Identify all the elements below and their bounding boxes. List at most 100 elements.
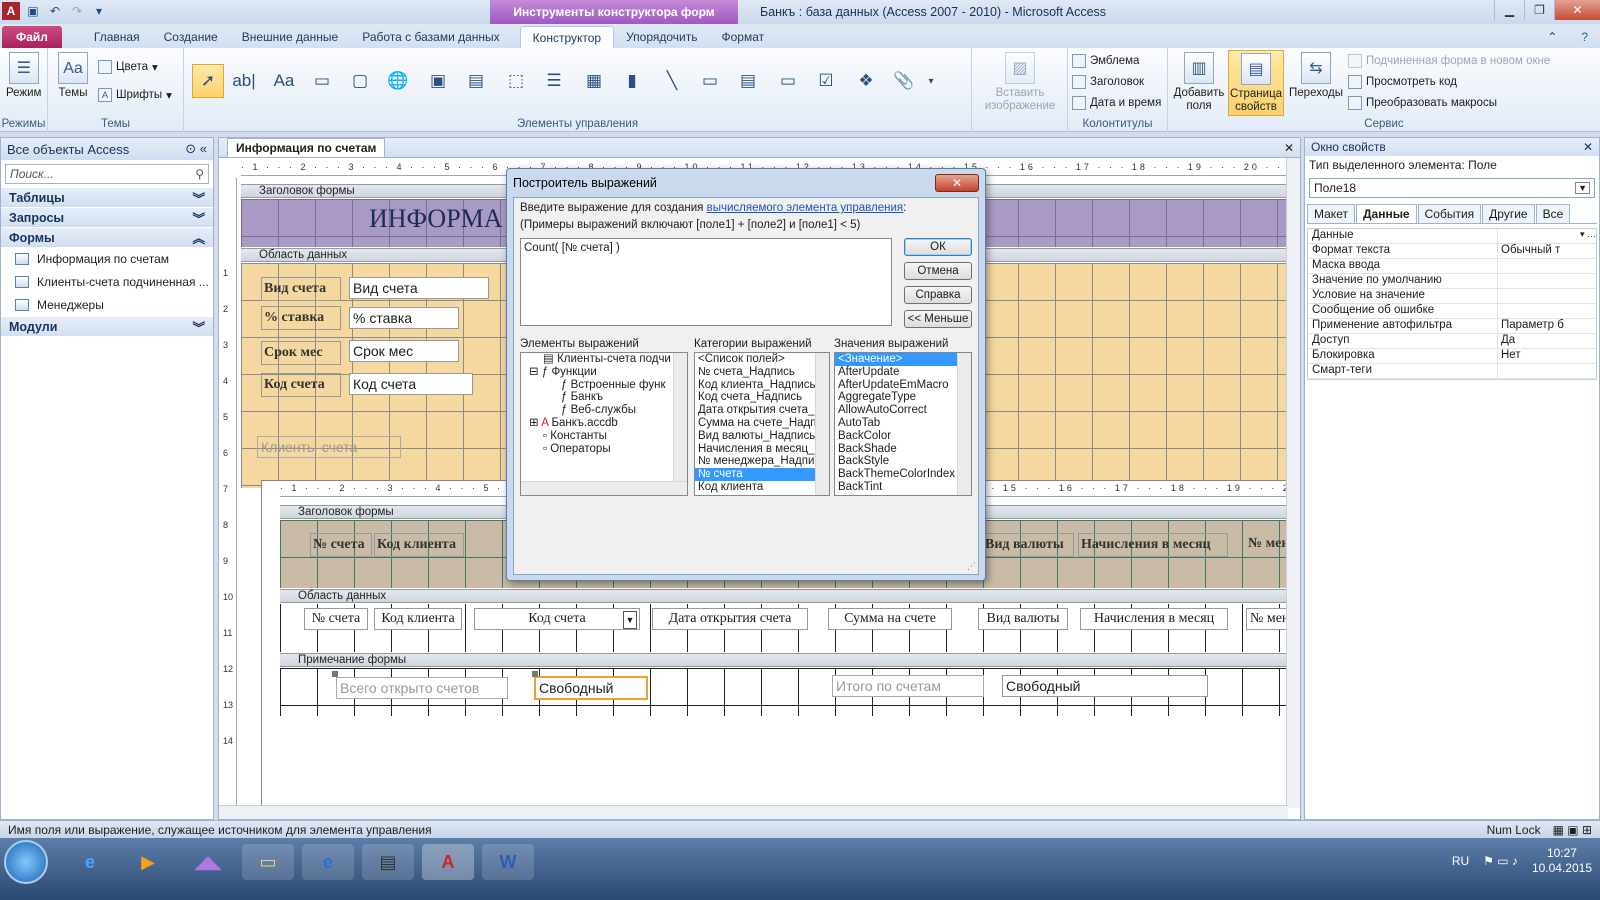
themes-button[interactable]: Aa Темы — [58, 52, 88, 100]
tab-home[interactable]: Главная — [82, 26, 152, 48]
selection-handle[interactable] — [532, 671, 538, 677]
sub-field-open-date[interactable]: Дата открытия счета — [652, 608, 808, 630]
sub-field-currency[interactable]: Вид валюты — [978, 608, 1068, 630]
subform-new-window-button[interactable]: Подчиненная форма в новом окне — [1348, 54, 1550, 68]
resize-grip-icon[interactable]: ⋰ — [967, 561, 976, 572]
textbox-control-icon[interactable]: ab| — [228, 64, 260, 98]
property-row[interactable]: Условие на значение — [1308, 289, 1596, 304]
tab-file[interactable]: Файл — [2, 26, 62, 48]
page-break-icon[interactable]: ☰ — [538, 64, 570, 98]
property-sheet-button[interactable]: ▤ Страница свойств — [1228, 50, 1284, 116]
tab-events[interactable]: События — [1417, 204, 1482, 223]
tree-node[interactable]: ƒ Банкъ — [521, 391, 687, 404]
line-control-icon[interactable]: ╲ — [656, 64, 688, 98]
tree-node[interactable]: ▤ Клиенты-счета подчи — [521, 353, 687, 366]
tab-other[interactable]: Другие — [1482, 204, 1535, 223]
close-icon[interactable]: ✕ — [935, 174, 979, 192]
tree-vscroll[interactable] — [673, 353, 687, 481]
list-item[interactable]: AfterUpdateEmMacro — [835, 379, 971, 392]
nav-search-input[interactable]: Поиск... ⚲ — [5, 164, 209, 184]
checkbox-control-icon[interactable]: ☑ — [810, 64, 842, 98]
search-icon[interactable]: ⚲ — [195, 167, 204, 181]
subform-section-footer[interactable]: Примечание формы — [280, 653, 1300, 667]
categories-scrollbar[interactable] — [815, 353, 829, 495]
footer-label-total[interactable]: Итого по счетам — [832, 675, 984, 697]
save-icon[interactable]: ▣ — [24, 2, 42, 20]
ie-window-icon[interactable]: e — [302, 844, 354, 880]
tab-create[interactable]: Создание — [152, 26, 230, 48]
tab-control-icon[interactable]: ▢ — [344, 64, 376, 98]
list-item[interactable]: BackStyle — [835, 455, 971, 468]
label-account-code[interactable]: Код счета — [261, 373, 341, 397]
media-player-icon[interactable]: ▶ — [122, 844, 174, 880]
sub-field-monthly-accruals[interactable]: Начисления в месяц — [1080, 608, 1228, 630]
label-term[interactable]: Срок мес — [261, 341, 341, 365]
sub-header-monthly-accruals[interactable]: Начисления в месяц — [1078, 533, 1228, 557]
tab-layout[interactable]: Макет — [1307, 204, 1355, 223]
tab-design[interactable]: Конструктор — [519, 26, 615, 48]
footer-field-total[interactable]: Свободный — [1002, 675, 1208, 697]
expression-textbox[interactable]: Count( [№ счета] ) — [520, 238, 892, 326]
transitions-button[interactable]: ⇆ Переходы — [1288, 52, 1344, 100]
chart-control-icon[interactable]: ▮ — [616, 64, 648, 98]
property-row[interactable]: Данные ▾ … — [1308, 229, 1596, 244]
expand-icon[interactable]: ⊞ — [529, 417, 541, 429]
form-title-label[interactable]: ИНФОРМА — [369, 204, 503, 234]
sub-header-currency[interactable]: Вид валюты — [982, 533, 1074, 557]
tree-hscroll[interactable] — [521, 481, 687, 495]
tree-node[interactable]: ▫ Операторы — [521, 443, 687, 456]
less-button[interactable]: << Меньше — [904, 310, 972, 328]
mode-button[interactable]: ☰ Режим — [6, 52, 41, 100]
list-item[interactable]: Сумма на счете_Надпис — [695, 417, 829, 430]
tray-icons[interactable]: ⚑ ▭ ♪ — [1483, 854, 1518, 868]
minimize-icon[interactable]: ▁ — [1494, 0, 1524, 20]
ok-button[interactable]: ОК — [904, 238, 972, 256]
list-item[interactable]: BackTint — [835, 481, 971, 494]
nav-section-queries[interactable]: Запросы ︾ — [1, 208, 213, 227]
start-button-icon[interactable] — [4, 840, 48, 884]
list-item[interactable]: BackColor — [835, 430, 971, 443]
list-item[interactable]: BackShade — [835, 443, 971, 456]
object-selector[interactable]: Поле18 ▼ — [1309, 178, 1595, 198]
list-item[interactable]: № менеджера_Надпись — [695, 455, 829, 468]
sub-header-client-code[interactable]: Код клиента — [374, 533, 464, 557]
tree-node[interactable]: ƒ Встроенные функ — [521, 379, 687, 392]
label-control-icon[interactable]: Aa — [268, 64, 300, 98]
nav-header[interactable]: Все объекты Access ⊙ « — [1, 138, 213, 160]
nav-section-tables[interactable]: Таблицы ︾ — [1, 188, 213, 207]
list-item[interactable]: Код клиента_Надпись — [695, 379, 829, 392]
nav-form-item[interactable]: Информация по счетам — [1, 247, 213, 270]
nav-section-forms[interactable]: Формы ︽ — [1, 228, 213, 247]
tab-data[interactable]: Данные — [1355, 204, 1417, 223]
sub-field-account-code-combo[interactable]: Код счета ▼ — [474, 608, 640, 630]
web-browser-control-icon[interactable]: ▣ — [422, 64, 454, 98]
explorer-icon[interactable]: ▭ — [242, 844, 294, 880]
colors-button[interactable]: Цвета ▾ — [98, 60, 158, 74]
close-document-icon[interactable]: ✕ — [1284, 141, 1294, 155]
footer-label-total-opened[interactable]: Всего открыто счетов — [336, 677, 508, 699]
property-row[interactable]: Смарт-теги — [1308, 364, 1596, 379]
access-taskbar-icon[interactable]: A — [422, 844, 474, 880]
property-row[interactable]: Применение автофильтра Параметр б — [1308, 319, 1596, 334]
property-row[interactable]: Блокировка Нет — [1308, 349, 1596, 364]
property-row[interactable]: Значение по умолчанию — [1308, 274, 1596, 289]
nav-form-item[interactable]: Менеджеры — [1, 293, 213, 316]
footer-field-total-opened[interactable]: Свободный — [534, 676, 648, 700]
restore-icon[interactable]: ❐ — [1524, 0, 1554, 20]
list-item[interactable]: AutoTab — [835, 417, 971, 430]
list-item[interactable]: Дата открытия счета_ — [695, 404, 829, 417]
list-item[interactable]: <Значение> — [835, 353, 971, 366]
add-fields-button[interactable]: ▥ Добавить поля — [1174, 52, 1224, 113]
label-rate[interactable]: % ставка — [261, 306, 341, 330]
collapse-icon[interactable]: ⊟ — [529, 366, 542, 378]
word-taskbar-icon[interactable]: W — [482, 844, 534, 880]
sub-header-account-no[interactable]: № счета — [310, 533, 372, 557]
property-row[interactable]: Доступ Да — [1308, 334, 1596, 349]
elements-tree[interactable]: ▤ Клиенты-счета подчи ⊟ ƒ Функции ƒ Встр… — [520, 352, 688, 496]
list-item[interactable]: <Список полей> — [695, 353, 829, 366]
close-icon[interactable]: ✕ — [1583, 140, 1593, 154]
tab-database-tools[interactable]: Работа с базами данных — [350, 26, 511, 48]
dropdown-arrow-icon[interactable]: ▼ — [623, 611, 637, 629]
document-tab[interactable]: Информация по счетам — [227, 138, 386, 157]
field-account-code[interactable]: Код счета — [349, 373, 473, 395]
